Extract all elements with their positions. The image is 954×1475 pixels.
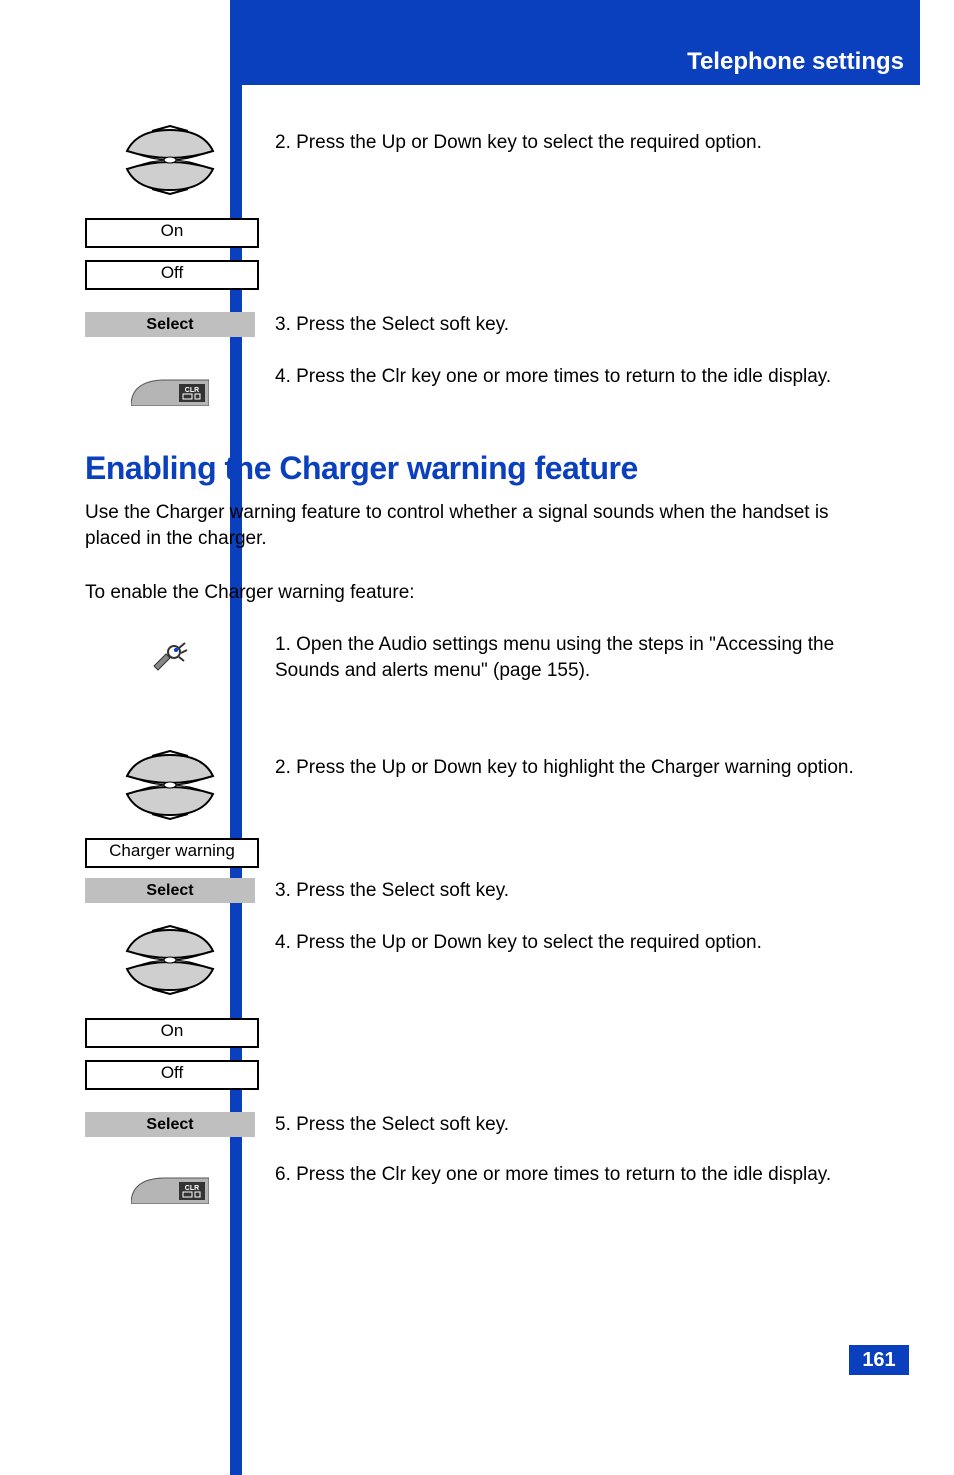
menu-charger-warning[interactable]: Charger warning [85, 838, 259, 868]
step-text: 2. Press the Up or Down key to highlight… [275, 755, 885, 781]
page-section-title: Telephone settings [687, 48, 904, 76]
step-text: 3. Press the Select soft key. [275, 878, 885, 904]
option-on[interactable]: On [85, 1018, 259, 1048]
option-off[interactable]: Off [85, 260, 259, 290]
clr-key-icon[interactable] [85, 1158, 255, 1204]
option-off[interactable]: Off [85, 1060, 259, 1090]
page-number: 161 [849, 1345, 909, 1375]
nav-radar-icon [85, 925, 255, 1009]
step-text: 2. Press the Up or Down key to select th… [275, 130, 885, 156]
step-text: 4. Press the Up or Down key to select th… [275, 930, 885, 956]
step-text: 3. Press the Select soft key. [275, 312, 885, 338]
select-button[interactable]: Select [85, 1112, 255, 1137]
select-button[interactable]: Select [85, 878, 255, 903]
option-on[interactable]: On [85, 218, 259, 248]
settings-tool-icon [152, 640, 188, 676]
section-heading: Enabling the Charger warning feature [85, 450, 638, 487]
step-text: 6. Press the Clr key one or more times t… [275, 1162, 885, 1188]
select-button[interactable]: Select [85, 312, 255, 337]
nav-radar-icon [85, 750, 255, 834]
step-intro: To enable the Charger warning feature: [85, 580, 885, 606]
clr-key-icon[interactable] [85, 360, 255, 406]
step-text: 4. Press the Clr key one or more times t… [275, 364, 885, 390]
nav-radar-icon [85, 125, 255, 209]
step-text: 1. Open the Audio settings menu using th… [275, 632, 885, 683]
step-text: 5. Press the Select soft key. [275, 1112, 885, 1138]
section-paragraph: Use the Charger warning feature to contr… [85, 500, 885, 551]
